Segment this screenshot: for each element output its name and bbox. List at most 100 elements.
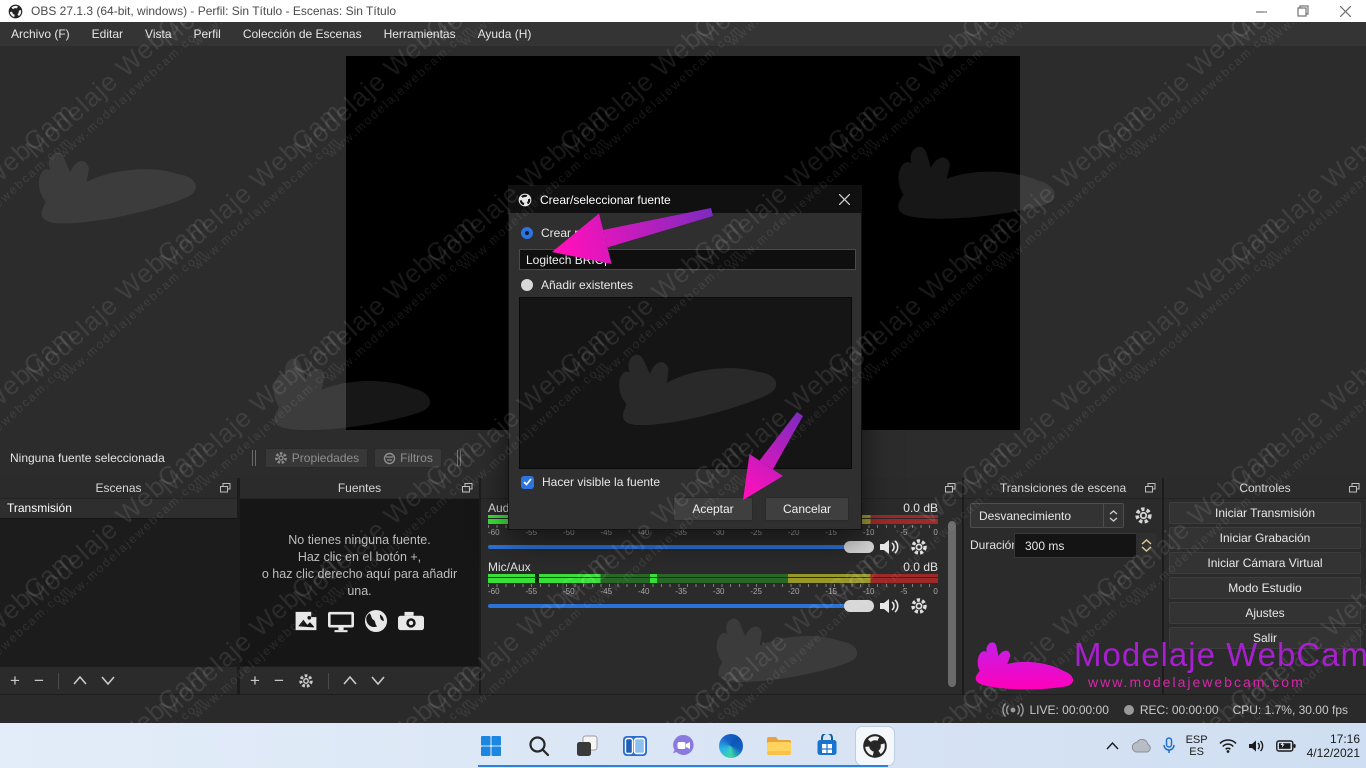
controls-dock-header[interactable]: Controles [1164, 478, 1366, 499]
menu-editar[interactable]: Editar [81, 22, 134, 46]
popout-icon[interactable] [220, 483, 231, 493]
microphone-icon[interactable] [1163, 737, 1175, 754]
obs-icon [862, 733, 888, 759]
menu-archivo[interactable]: Archivo (F) [0, 22, 81, 46]
transition-settings-button[interactable] [1130, 502, 1156, 528]
duration-spinner[interactable] [1136, 533, 1156, 558]
window-titlebar: OBS 27.1.3 (64-bit, windows) - Perfil: S… [0, 0, 1366, 22]
teams-chat-icon [671, 733, 696, 758]
transition-select[interactable]: Desvanecimiento [970, 503, 1124, 528]
properties-button[interactable]: Propiedades [265, 448, 368, 468]
close-button[interactable] [1324, 0, 1366, 22]
radio-unselected-icon[interactable] [521, 279, 533, 291]
obs-taskbar-button[interactable] [856, 727, 894, 765]
radio-selected-icon[interactable] [521, 227, 533, 239]
image-source-icon [293, 608, 319, 634]
wifi-icon[interactable] [1219, 739, 1237, 753]
duration-input[interactable]: 300 ms [1014, 533, 1148, 558]
filters-button[interactable]: Filtros [374, 448, 442, 468]
source-properties-button[interactable] [298, 673, 314, 689]
chevron-down-icon [1141, 546, 1152, 552]
accept-button[interactable]: Aceptar [673, 497, 753, 521]
remove-scene-button[interactable]: − [34, 672, 44, 689]
start-streaming-button[interactable]: Iniciar Transmisión [1169, 502, 1361, 524]
clock[interactable]: 17:16 4/12/2021 [1307, 732, 1360, 760]
speaker-icon[interactable] [879, 598, 901, 614]
tray-chevron-up-icon[interactable] [1106, 742, 1119, 750]
db-scale-label: -60 [488, 528, 500, 537]
popout-icon[interactable] [1145, 483, 1156, 493]
audio-settings-gear-icon[interactable] [910, 597, 928, 615]
menu-vista[interactable]: Vista [134, 22, 182, 46]
sources-empty-area[interactable]: No tienes ninguna fuente. Haz clic en el… [240, 499, 479, 667]
move-source-down-button[interactable] [371, 676, 385, 685]
add-existing-radio-row[interactable]: Añadir existentes [521, 278, 633, 292]
mixer-scrollbar[interactable] [948, 521, 956, 687]
date: 4/12/2021 [1307, 746, 1360, 760]
slider-handle[interactable] [844, 541, 874, 553]
exit-button[interactable]: Salir [1169, 627, 1361, 649]
mic-aux-db: 0.0 dB [903, 560, 938, 574]
source-name-input[interactable]: Logitech BRIO [519, 249, 856, 270]
add-source-button[interactable]: + [250, 672, 260, 689]
taskbar-accent-line [478, 765, 888, 767]
move-source-up-button[interactable] [343, 676, 357, 685]
restore-button[interactable] [1282, 0, 1324, 22]
edge-button[interactable] [712, 727, 750, 765]
sources-dock-header[interactable]: Fuentes [240, 478, 479, 499]
start-recording-button[interactable]: Iniciar Grabación [1169, 527, 1361, 549]
start-virtual-camera-button[interactable]: Iniciar Cámara Virtual [1169, 552, 1361, 574]
add-scene-button[interactable]: + [10, 672, 20, 689]
scenes-dock-header[interactable]: Escenas [0, 478, 237, 499]
dialog-close-button[interactable] [827, 186, 861, 213]
settings-button[interactable]: Ajustes [1169, 602, 1361, 624]
duration-label: Duración [970, 538, 1018, 552]
move-scene-up-button[interactable] [73, 676, 87, 685]
search-button[interactable] [520, 727, 558, 765]
sources-toolbar: + − [240, 666, 479, 694]
filters-label: Filtros [400, 451, 433, 465]
controls-title: Controles [1239, 481, 1290, 495]
audio-settings-gear-icon[interactable] [910, 538, 928, 556]
remove-source-button[interactable]: − [274, 672, 284, 689]
transition-select-spinner[interactable] [1103, 504, 1123, 527]
mic-aux-volume-slider[interactable] [488, 600, 870, 612]
transitions-dock-header[interactable]: Transiciones de escena [964, 478, 1162, 499]
edge-icon [719, 734, 743, 758]
volume-icon[interactable] [1248, 739, 1265, 753]
mic-aux-track: Mic/Aux 0.0 dB -60-55-50-45-40-35-30-25-… [488, 560, 938, 614]
store-button[interactable] [808, 727, 846, 765]
menu-perfil[interactable]: Perfil [183, 22, 232, 46]
menu-herramientas[interactable]: Herramientas [373, 22, 467, 46]
start-button[interactable] [472, 727, 510, 765]
db-scale-label: -40 [638, 587, 650, 596]
create-new-radio-row[interactable]: Crear nuevo [521, 226, 607, 240]
popout-icon[interactable] [462, 483, 473, 493]
file-explorer-button[interactable] [760, 727, 798, 765]
speaker-icon[interactable] [879, 539, 901, 555]
onedrive-cloud-icon[interactable] [1130, 739, 1152, 753]
popout-icon[interactable] [1349, 483, 1360, 493]
cancel-button[interactable]: Cancelar [765, 497, 849, 521]
desktop-audio-volume-slider[interactable] [488, 541, 870, 553]
checkbox-checked-icon[interactable] [521, 476, 534, 489]
minimize-button[interactable] [1240, 0, 1282, 22]
existing-sources-list[interactable] [519, 297, 852, 469]
language-indicator[interactable]: ESP ES [1186, 734, 1208, 758]
studio-mode-button[interactable]: Modo Estudio [1169, 577, 1361, 599]
add-existing-label: Añadir existentes [541, 278, 633, 292]
toolbar-grip [456, 450, 462, 466]
widgets-button[interactable] [616, 727, 654, 765]
popout-icon[interactable] [945, 483, 956, 493]
task-view-button[interactable] [568, 727, 606, 765]
menu-ayuda[interactable]: Ayuda (H) [467, 22, 543, 46]
menu-coleccion-escenas[interactable]: Colección de Escenas [232, 22, 373, 46]
make-visible-row[interactable]: Hacer visible la fuente [521, 475, 660, 489]
time: 17:16 [1307, 732, 1360, 746]
slider-handle[interactable] [844, 600, 874, 612]
move-scene-down-button[interactable] [101, 676, 115, 685]
db-scale-label: -50 [563, 587, 575, 596]
chat-button[interactable] [664, 727, 702, 765]
battery-icon[interactable] [1276, 740, 1296, 752]
scene-item-transmision[interactable]: Transmisión [0, 499, 237, 519]
